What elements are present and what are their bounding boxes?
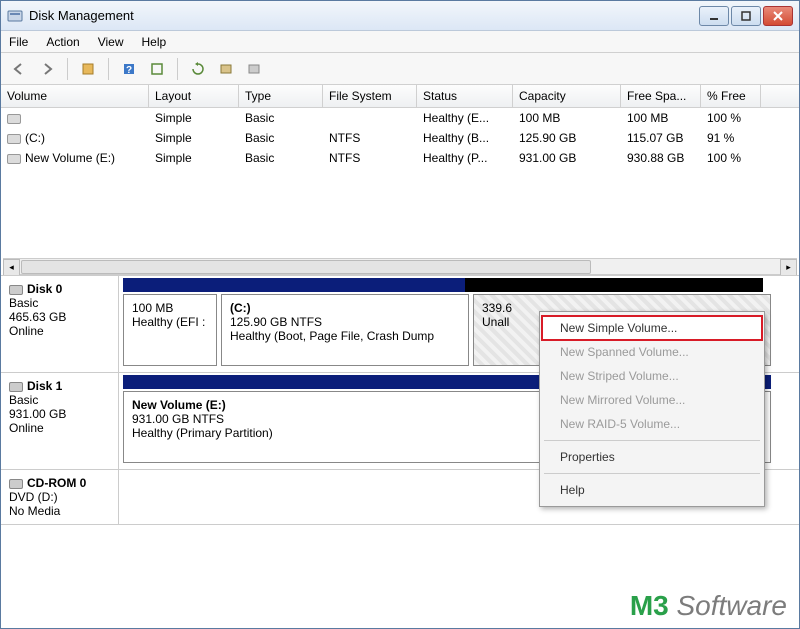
context-menu-item: New Striped Volume... (542, 364, 762, 388)
menu-file[interactable]: File (9, 35, 28, 49)
disk-header[interactable]: Disk 0Basic465.63 GBOnline (1, 276, 119, 372)
titlebar: Disk Management (1, 1, 799, 31)
context-menu-item: New RAID-5 Volume... (542, 412, 762, 436)
window-controls (699, 6, 793, 26)
svg-text:?: ? (126, 65, 132, 76)
scroll-right-icon[interactable]: ▸ (780, 259, 797, 276)
volume-icon (7, 154, 21, 164)
grid-header: Volume Layout Type File System Status Ca… (1, 85, 799, 108)
toolbar-icon[interactable] (242, 57, 266, 81)
window: Disk Management File Action View Help ? … (0, 0, 800, 629)
watermark: M3 Software (630, 590, 787, 622)
context-menu: New Simple Volume...New Spanned Volume..… (539, 311, 765, 507)
disk-header[interactable]: Disk 1Basic931.00 GBOnline (1, 373, 119, 469)
disk-icon (9, 285, 23, 295)
minimize-button[interactable] (699, 6, 729, 26)
partition[interactable]: (C:)125.90 GB NTFSHealthy (Boot, Page Fi… (221, 294, 469, 366)
toolbar: ? (1, 53, 799, 85)
context-menu-item[interactable]: New Simple Volume... (542, 316, 762, 340)
context-menu-item: New Spanned Volume... (542, 340, 762, 364)
maximize-button[interactable] (731, 6, 761, 26)
col-status[interactable]: Status (417, 85, 513, 107)
context-menu-item[interactable]: Help (542, 478, 762, 502)
col-capacity[interactable]: Capacity (513, 85, 621, 107)
separator (177, 58, 178, 80)
col-pct[interactable]: % Free (701, 85, 761, 107)
volume-row[interactable]: (C:)SimpleBasicNTFSHealthy (B...125.90 G… (1, 128, 799, 148)
refresh-icon[interactable] (186, 57, 210, 81)
disk-icon (9, 382, 23, 392)
app-icon (7, 8, 23, 24)
disk-panel: Disk 0Basic465.63 GBOnline100 MBHealthy … (1, 275, 799, 628)
forward-button[interactable] (35, 57, 59, 81)
help-icon[interactable]: ? (117, 57, 141, 81)
volume-grid: Volume Layout Type File System Status Ca… (1, 85, 799, 258)
partition[interactable]: 100 MBHealthy (EFI : (123, 294, 217, 366)
window-title: Disk Management (29, 8, 699, 23)
scroll-left-icon[interactable]: ◂ (3, 259, 20, 276)
watermark-text: Software (677, 590, 788, 621)
separator (67, 58, 68, 80)
volume-row[interactable]: New Volume (E:)SimpleBasicNTFSHealthy (P… (1, 148, 799, 168)
volume-row[interactable]: SimpleBasicHealthy (E...100 MB100 MB100 … (1, 108, 799, 128)
context-menu-item: New Mirrored Volume... (542, 388, 762, 412)
close-button[interactable] (763, 6, 793, 26)
col-volume[interactable]: Volume (1, 85, 149, 107)
scroll-thumb[interactable] (21, 260, 591, 274)
toolbar-icon[interactable] (214, 57, 238, 81)
context-menu-item[interactable]: Properties (542, 445, 762, 469)
col-layout[interactable]: Layout (149, 85, 239, 107)
col-free[interactable]: Free Spa... (621, 85, 701, 107)
volume-icon (7, 134, 21, 144)
menu-view[interactable]: View (98, 35, 124, 49)
content: Volume Layout Type File System Status Ca… (1, 85, 799, 628)
menu-action[interactable]: Action (46, 35, 79, 49)
disk-header[interactable]: CD-ROM 0DVD (D:)No Media (1, 470, 119, 524)
horizontal-scrollbar[interactable]: ◂ ▸ (3, 258, 797, 275)
col-fs[interactable]: File System (323, 85, 417, 107)
col-type[interactable]: Type (239, 85, 323, 107)
separator (108, 58, 109, 80)
menubar: File Action View Help (1, 31, 799, 53)
watermark-brand: M3 (630, 590, 669, 621)
back-button[interactable] (7, 57, 31, 81)
toolbar-icon[interactable] (76, 57, 100, 81)
volume-icon (7, 114, 21, 124)
toolbar-icon[interactable] (145, 57, 169, 81)
disk-icon (9, 479, 23, 489)
menu-help[interactable]: Help (142, 35, 167, 49)
